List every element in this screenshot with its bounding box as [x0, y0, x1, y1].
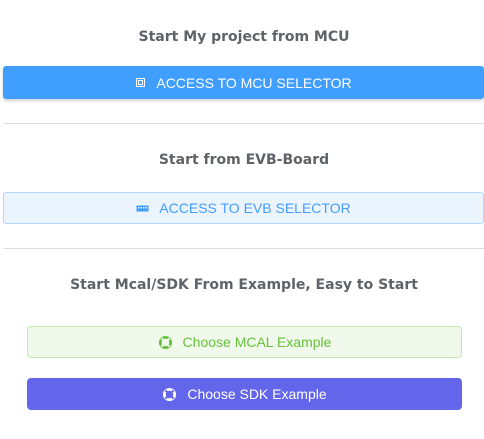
lifebuoy-icon — [158, 335, 173, 350]
lifebuoy-icon — [162, 387, 177, 402]
example-section-title: Start Mcal/SDK From Example, Easy to Sta… — [70, 277, 418, 293]
access-mcu-selector-button[interactable]: ACCESS TO MCU SELECTOR — [3, 66, 484, 99]
section-divider — [3, 248, 484, 249]
board-icon — [136, 204, 149, 213]
access-evb-selector-button[interactable]: ACCESS TO EVB SELECTOR — [3, 192, 484, 224]
chip-icon — [135, 77, 146, 88]
access-mcu-selector-label: ACCESS TO MCU SELECTOR — [156, 74, 352, 91]
choose-sdk-example-button[interactable]: Choose SDK Example — [27, 378, 462, 410]
mcu-section-title: Start My project from MCU — [138, 29, 350, 45]
choose-mcal-example-label: Choose MCAL Example — [182, 334, 332, 350]
project-start-panel: Start My project from MCU ACCESS TO MCU … — [0, 0, 484, 439]
section-divider — [3, 123, 484, 124]
evb-section-title: Start from EVB-Board — [158, 152, 330, 168]
choose-sdk-example-label: Choose SDK Example — [187, 386, 327, 402]
choose-mcal-example-button[interactable]: Choose MCAL Example — [27, 326, 462, 358]
access-evb-selector-label: ACCESS TO EVB SELECTOR — [159, 200, 351, 216]
